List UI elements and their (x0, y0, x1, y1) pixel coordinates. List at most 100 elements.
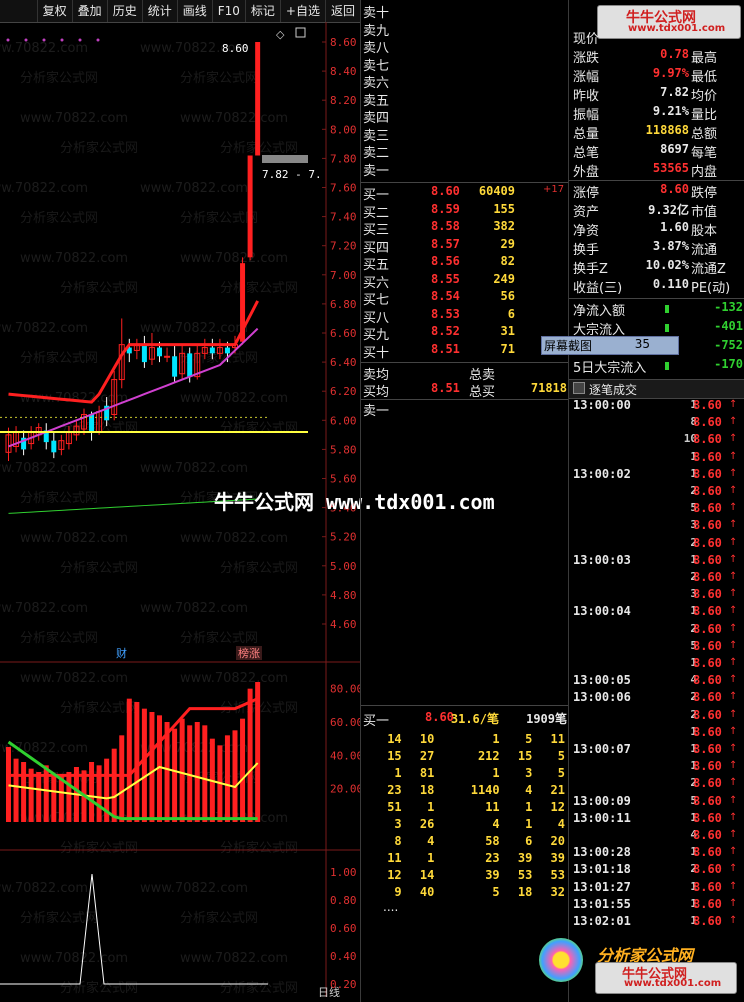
ask-row[interactable]: 卖十 (361, 2, 569, 21)
queue-cell: 23 (387, 782, 402, 797)
tick-dir-icon: ↑ (729, 502, 738, 514)
screenshot-button[interactable]: 屏幕截图 35 (541, 336, 679, 355)
tick-price: 8.60 (693, 501, 722, 516)
queue-cell: 1 (394, 765, 402, 780)
tick-price: 8.60 (693, 587, 722, 602)
bid-volume: 60409 (478, 184, 515, 198)
tick-price: 8.60 (693, 484, 722, 498)
info-key: 净资 (573, 224, 600, 239)
tick-volume: 5 (690, 638, 697, 652)
queue-cell: 58 (485, 833, 500, 848)
bid-row[interactable]: 买八 8.53 6 (361, 307, 569, 326)
ask-row[interactable]: 卖七 (361, 55, 569, 74)
tick-price: 8.60 (693, 793, 722, 808)
watermark-text: 分析家公式网 (180, 210, 258, 226)
bid-volume: 382 (493, 219, 515, 233)
price-tick-label: 4.60 (330, 618, 357, 631)
watermark-text: www.70822.com (140, 461, 248, 476)
ask-row[interactable]: 卖八 (361, 37, 569, 56)
marker-right: 榜涨 (238, 646, 260, 660)
candle-body (164, 355, 171, 358)
toolbar-button-7[interactable]: +自选 (279, 0, 325, 22)
info-value: 9.97% (652, 66, 689, 80)
ask-row[interactable]: 卖九 (361, 20, 569, 39)
tick-price: 8.60 (693, 690, 722, 705)
ask-label: 卖六 (363, 76, 390, 91)
ask-row[interactable]: 卖三 (361, 125, 569, 144)
toolbar-button-1[interactable]: 叠加 (71, 0, 107, 22)
queue-cell: 20 (550, 833, 565, 848)
tick-row: 2 8.60 ↑ (569, 570, 744, 587)
toolbar-button-5[interactable]: F10 (211, 0, 245, 22)
tick-row: 2 8.60 ↑ (569, 536, 744, 553)
tick-header[interactable]: 逐笔成交 (569, 379, 744, 399)
toolbar-button-8[interactable]: 返回 (324, 0, 360, 22)
tick-dir-icon: ↑ (729, 639, 738, 651)
watermark-text: www.70822.com (0, 881, 88, 896)
bid-label: 买五 (363, 258, 390, 273)
toolbar-button-6[interactable]: 标记 (244, 0, 280, 22)
watermark-text: 分析家公式网 (20, 490, 98, 506)
ask-label: 卖七 (363, 58, 390, 74)
bid-row[interactable]: 买七 8.54 56 (361, 289, 569, 308)
ask-row[interactable]: 卖四 (361, 107, 569, 126)
bid-row[interactable]: 买二 8.59 155 (361, 202, 569, 221)
tick-price: 8.60 (693, 724, 722, 739)
queue-cell: 6 (525, 833, 533, 848)
bid-label: 买三 (363, 223, 390, 238)
info-row: 资产 9.32亿 市值 (569, 201, 744, 220)
tick-dir-icon: ↑ (729, 863, 738, 875)
logo-bottom-url: www.tdx001.com (624, 978, 722, 989)
queue-cell: 26 (419, 816, 435, 831)
toolbar-button-4[interactable]: 画线 (176, 0, 212, 22)
bid-row[interactable]: 买十 8.51 71 (361, 342, 569, 361)
info-key: 收益(三) (573, 281, 623, 296)
volume-bar (36, 772, 42, 822)
bid-row[interactable]: 买九 8.52 31 (361, 324, 569, 343)
price-tick-label: 5.00 (330, 560, 357, 573)
info-value: 118868 (645, 123, 689, 137)
info-row: 外盘 53565 内盘 (569, 161, 744, 180)
bid-row[interactable]: 买六 8.55 249 (361, 272, 569, 291)
watermark-text: www.70822.com (0, 321, 88, 336)
bid-label: 买四 (363, 240, 390, 256)
tick-volume: 1 (690, 604, 697, 618)
toolbar-button-3[interactable]: 统计 (141, 0, 177, 22)
period-tab: 日线 (318, 985, 340, 997)
price-tick-label: 5.80 (330, 443, 357, 456)
ask-row[interactable]: 卖二 (361, 142, 569, 161)
info-row: 净资 1.60 股本 (569, 220, 744, 239)
info-key2: 流通Z (691, 262, 726, 277)
bid-label: 买八 (363, 310, 390, 326)
watermark-text: 分析家公式网 (220, 840, 298, 856)
queue-more: .... (383, 900, 399, 914)
bid-row[interactable]: 买一 8.60 60409 +17 (361, 184, 569, 203)
sell1-row: 卖一 (361, 400, 569, 419)
bid-row[interactable]: 买三 8.58 382 (361, 219, 569, 238)
queue-table: 14 10 1 5 11 15 27 212 15 5 1 81 1 3 5 23 18 1140 4 21 51 1 11… (369, 730, 565, 900)
tick-volume: 2 (690, 707, 697, 721)
ask-row[interactable]: 卖五 (361, 90, 569, 109)
tick-volume: 2 (690, 535, 697, 549)
toolbar-button-0[interactable]: 复权 (36, 0, 72, 22)
ask-row[interactable]: 卖六 (361, 72, 569, 91)
info-key: 振幅 (573, 108, 600, 123)
ask-label: 卖五 (363, 93, 390, 109)
volume-bar (179, 718, 185, 822)
volume-bar (240, 718, 246, 822)
queue-cell: 23 (485, 850, 500, 865)
queue-cell: 53 (550, 867, 565, 882)
quote-info-panel: 牛牛公式网 www.tdx001.com 现价 涨跌 0.78 最高 涨幅 9.97% 最低 昨收… (539, 0, 744, 1002)
ask-row[interactable]: 卖一 (361, 160, 569, 179)
volume-bar (66, 772, 72, 822)
toolbar-button-2[interactable]: 历史 (106, 0, 142, 22)
queue-cell: 10 (419, 731, 435, 746)
bid-price: 8.60 (431, 184, 460, 198)
queue-cell: 18 (517, 884, 533, 899)
price-tick-label: 8.60 (330, 36, 357, 49)
watermark-text: 分析家公式网 (60, 140, 138, 156)
bid-row[interactable]: 买五 8.56 82 (361, 254, 569, 273)
bid-row[interactable]: 买四 8.57 29 (361, 237, 569, 256)
watermark-text: www.70822.com (140, 741, 248, 756)
queue-cell: 1 (492, 765, 500, 780)
